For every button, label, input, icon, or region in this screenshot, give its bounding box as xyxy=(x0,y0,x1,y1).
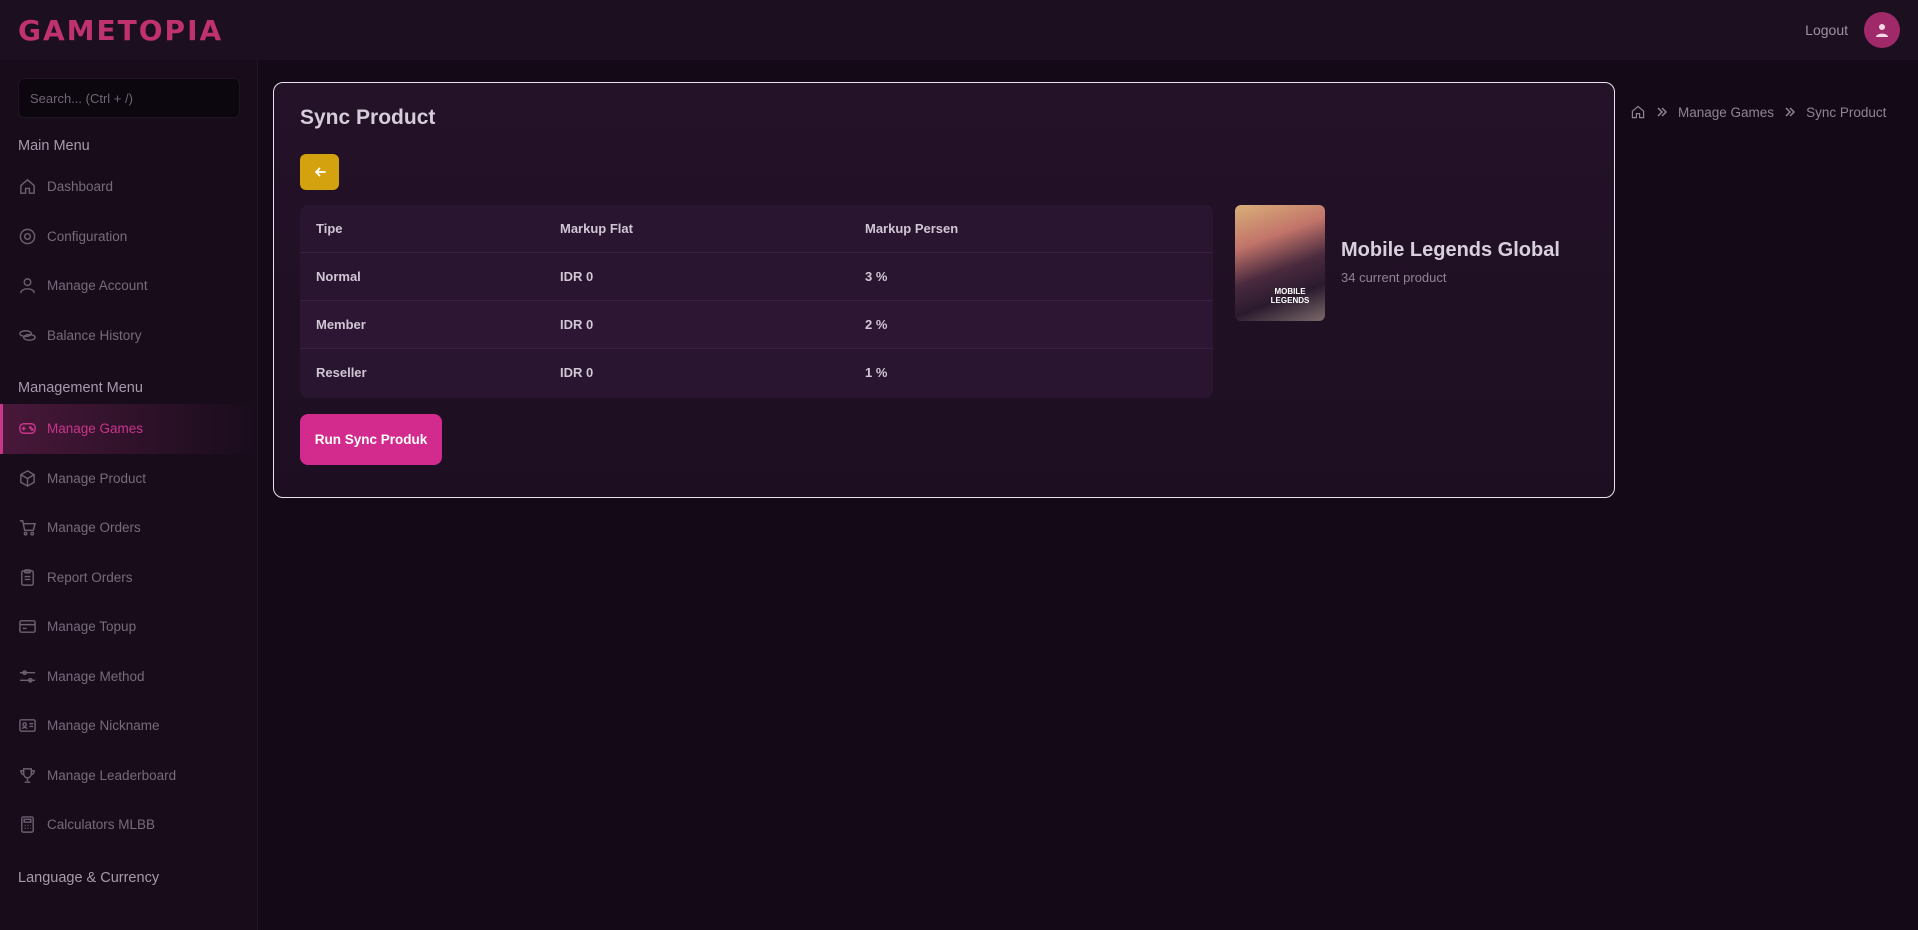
table-row: Reseller IDR 0 1 % xyxy=(300,347,1213,396)
breadcrumb-current: Sync Product xyxy=(1806,104,1887,120)
table-header-row: Tipe Markup Flat Markup Persen xyxy=(300,205,1213,252)
management-menu-title: Management Menu xyxy=(18,380,143,396)
box-icon xyxy=(20,469,35,487)
game-thumbnail-logo-text: MOBILE LEGENDS xyxy=(1270,287,1310,305)
sidebar-item-label: Manage Topup xyxy=(47,619,137,635)
trophy-icon xyxy=(20,767,35,783)
chevron-double-right-icon xyxy=(1657,107,1668,117)
column-header-markup-flat: Markup Flat xyxy=(560,220,633,236)
management-menu: Manage Games Manage Product Manage Order… xyxy=(0,404,257,850)
sidebar-item-label: Manage Nickname xyxy=(47,718,160,734)
run-sync-button[interactable]: Run Sync Produk xyxy=(300,414,442,465)
cell-markup-persen: 2 % xyxy=(849,299,1213,348)
logout-link[interactable]: Logout xyxy=(1805,22,1848,38)
app-logo[interactable]: GAMETOPIA xyxy=(18,14,223,47)
sidebar-item-balance-history[interactable]: Balance History xyxy=(0,311,257,361)
game-thumbnail: MOBILE LEGENDS xyxy=(1235,205,1325,321)
top-bar: GAMETOPIA Logout xyxy=(0,0,1918,60)
sidebar-item-dashboard[interactable]: Dashboard xyxy=(0,162,257,212)
back-button[interactable] xyxy=(300,154,339,190)
sidebar-item-label: Manage Account xyxy=(47,278,148,294)
breadcrumb: Manage Games Sync Product xyxy=(1630,104,1886,120)
sidebar-item-configuration[interactable]: Configuration xyxy=(0,212,257,262)
cell-markup-persen: 3 % xyxy=(849,251,1213,300)
sliders-icon xyxy=(19,670,36,683)
sidebar-item-manage-orders[interactable]: Manage Orders xyxy=(0,503,257,553)
main-menu: Dashboard Configuration Manage Account B… xyxy=(0,162,257,360)
sidebar-item-label: Report Orders xyxy=(47,569,133,585)
game-product-count: 34 current product xyxy=(1341,270,1447,285)
game-summary: MOBILE LEGENDS Mobile Legends Global 34 … xyxy=(1235,205,1560,321)
language-currency-title: Language & Currency xyxy=(18,869,160,886)
sidebar-item-label: Manage Games xyxy=(47,421,144,437)
sidebar-item-label: Configuration xyxy=(47,228,128,244)
sidebar-item-manage-account[interactable]: Manage Account xyxy=(0,261,257,311)
cell-markup-flat: IDR 0 xyxy=(544,347,849,396)
cell-tipe: Normal xyxy=(300,251,544,300)
cell-markup-flat: IDR 0 xyxy=(544,299,849,348)
gamepad-icon xyxy=(19,423,36,435)
sidebar-item-label: Balance History xyxy=(47,327,142,343)
game-info: Mobile Legends Global 34 current product xyxy=(1341,205,1560,321)
sidebar-item-manage-product[interactable]: Manage Product xyxy=(0,454,257,504)
cell-tipe: Reseller xyxy=(300,347,544,396)
cart-icon xyxy=(19,520,37,536)
sidebar-item-label: Dashboard xyxy=(47,179,114,195)
home-icon xyxy=(20,179,35,195)
main-menu-title: Main Menu xyxy=(18,138,90,154)
gear-icon xyxy=(19,228,36,245)
sidebar-item-calculators-mlbb[interactable]: Calculators MLBB xyxy=(0,800,257,850)
user-avatar-icon xyxy=(1876,24,1888,37)
markup-table: Tipe Markup Flat Markup Persen Normal ID… xyxy=(300,205,1213,398)
table-row: Member IDR 0 2 % xyxy=(300,299,1213,348)
table-row: Normal IDR 0 3 % xyxy=(300,251,1213,300)
cell-tipe: Member xyxy=(300,299,544,348)
game-name: Mobile Legends Global xyxy=(1341,239,1560,261)
sidebar-item-label: Manage Method xyxy=(47,668,145,684)
id-card-icon xyxy=(19,719,36,733)
sync-product-card: Sync Product Tipe Markup Flat Markup Per… xyxy=(273,82,1615,498)
clipboard-icon xyxy=(21,568,34,586)
avatar[interactable] xyxy=(1864,12,1900,48)
sidebar-item-manage-method[interactable]: Manage Method xyxy=(0,652,257,702)
chevron-double-right-icon xyxy=(1785,107,1796,117)
sidebar-item-manage-nickname[interactable]: Manage Nickname xyxy=(0,701,257,751)
cell-markup-persen: 1 % xyxy=(849,347,1213,396)
coins-icon xyxy=(19,329,36,341)
column-header-markup-persen: Markup Persen xyxy=(865,220,959,236)
sidebar-item-manage-topup[interactable]: Manage Topup xyxy=(0,602,257,652)
breadcrumb-manage-games[interactable]: Manage Games xyxy=(1678,105,1774,120)
top-right-actions: Logout xyxy=(1805,12,1900,48)
sidebar-item-label: Manage Orders xyxy=(47,520,141,536)
card-icon xyxy=(19,620,36,634)
user-icon xyxy=(20,278,35,294)
sidebar-item-manage-leaderboard[interactable]: Manage Leaderboard xyxy=(0,751,257,801)
sidebar-item-label: Calculators MLBB xyxy=(47,817,156,833)
sidebar-item-label: Manage Leaderboard xyxy=(47,767,177,783)
sidebar-item-label: Manage Product xyxy=(47,470,147,486)
sidebar-item-manage-games[interactable]: Manage Games xyxy=(0,404,257,454)
sidebar: Main Menu Dashboard Configuration Manage… xyxy=(0,60,258,930)
page-title: Sync Product xyxy=(300,106,436,129)
search-input[interactable] xyxy=(18,78,240,118)
calculator-icon xyxy=(21,816,34,834)
cell-markup-flat: IDR 0 xyxy=(544,251,849,300)
home-icon[interactable] xyxy=(1630,104,1646,120)
arrow-left-icon xyxy=(314,167,326,177)
sidebar-item-report-orders[interactable]: Report Orders xyxy=(0,553,257,603)
column-header-tipe: Tipe xyxy=(316,220,343,236)
